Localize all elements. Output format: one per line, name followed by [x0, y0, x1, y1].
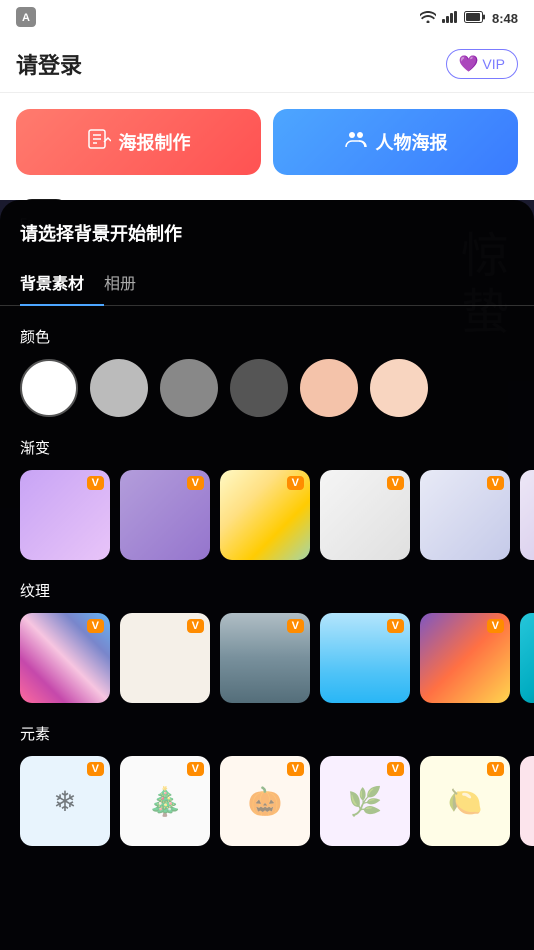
vip-label: VIP [482, 56, 505, 72]
element-icon-1: ❄ [20, 756, 110, 846]
element-item-4[interactable]: V 🌿 [320, 756, 410, 846]
modal-title: 请选择背景开始制作 [0, 220, 534, 262]
gradient-item-2[interactable]: V [120, 470, 210, 560]
vip-badge-5: V [487, 476, 504, 490]
app-icon: A [16, 7, 36, 30]
color-medium-gray[interactable] [160, 359, 218, 417]
color-row [0, 359, 534, 437]
vip-badge-2: V [187, 476, 204, 490]
status-right: 8:48 [420, 11, 518, 26]
texture-item-5[interactable]: V [420, 613, 510, 703]
poster-icon [87, 127, 111, 157]
element-icon-2: 🎄 [120, 756, 210, 846]
color-dark-gray[interactable] [230, 359, 288, 417]
texture-item-1[interactable]: V [20, 613, 110, 703]
gradient-row: V V V V V V [0, 470, 534, 580]
vip-heart-icon: 💜 [459, 54, 479, 74]
portrait-icon [344, 127, 368, 157]
gradient-section-label: 渐变 [0, 437, 534, 470]
poster-btn-label: 海报制作 [119, 129, 191, 155]
element-row: V ❄ V 🎄 V 🎃 V 🌿 V 🍋 V 🐟 [0, 756, 534, 866]
gradient-item-4[interactable]: V [320, 470, 410, 560]
vip-badge-3: V [287, 476, 304, 490]
background-picker-modal: 请选择背景开始制作 背景素材 相册 颜色 渐变 V V V V V V [0, 200, 534, 950]
texture-row: V V V V V V [0, 613, 534, 723]
portrait-btn-label: 人物海报 [376, 129, 448, 155]
portrait-button[interactable]: 人物海报 [273, 109, 518, 175]
color-peach[interactable] [300, 359, 358, 417]
vip-badge-tex-1: V [87, 619, 104, 633]
status-bar: A 8:48 [0, 0, 534, 36]
element-icon-6: 🐟 [520, 756, 534, 846]
color-light-gray[interactable] [90, 359, 148, 417]
wifi-icon [420, 11, 436, 26]
svg-text:A: A [22, 12, 30, 24]
element-section-label: 元素 [0, 723, 534, 756]
color-section-label: 颜色 [0, 326, 534, 359]
texture-item-4[interactable]: V [320, 613, 410, 703]
vip-button[interactable]: 💜 VIP [446, 49, 519, 79]
element-icon-5: 🍋 [420, 756, 510, 846]
signal-icon [442, 11, 458, 26]
color-white[interactable] [20, 359, 78, 417]
action-buttons-row: 海报制作 人物海报 [0, 93, 534, 191]
vip-badge-tex-3: V [287, 619, 304, 633]
gradient-item-6[interactable]: V [520, 470, 534, 560]
texture-section-label: 纹理 [0, 580, 534, 613]
element-item-2[interactable]: V 🎄 [120, 756, 210, 846]
texture-item-3[interactable]: V [220, 613, 310, 703]
vip-badge-tex-4: V [387, 619, 404, 633]
vip-badge-4: V [387, 476, 404, 490]
vip-badge-tex-5: V [487, 619, 504, 633]
header: 请登录 💜 VIP [0, 36, 534, 93]
gradient-item-3[interactable]: V [220, 470, 310, 560]
battery-icon [464, 11, 486, 26]
element-icon-3: 🎃 [220, 756, 310, 846]
modal-sub-tabs: 背景素材 相册 [0, 262, 534, 306]
gradient-item-1[interactable]: V [20, 470, 110, 560]
element-icon-4: 🌿 [320, 756, 410, 846]
element-item-6[interactable]: V 🐟 [520, 756, 534, 846]
element-item-3[interactable]: V 🎃 [220, 756, 310, 846]
sub-tab-album[interactable]: 相册 [104, 262, 156, 305]
texture-item-2[interactable]: V [120, 613, 210, 703]
element-item-1[interactable]: V ❄ [20, 756, 110, 846]
time-display: 8:48 [492, 11, 518, 26]
poster-button[interactable]: 海报制作 [16, 109, 261, 175]
texture-item-6[interactable]: V [520, 613, 534, 703]
gradient-item-5[interactable]: V [420, 470, 510, 560]
sub-tab-material[interactable]: 背景素材 [20, 262, 104, 306]
vip-badge-tex-2: V [187, 619, 204, 633]
vip-badge-1: V [87, 476, 104, 490]
element-item-5[interactable]: V 🍋 [420, 756, 510, 846]
page-title: 请登录 [16, 48, 82, 80]
color-light-peach[interactable] [370, 359, 428, 417]
